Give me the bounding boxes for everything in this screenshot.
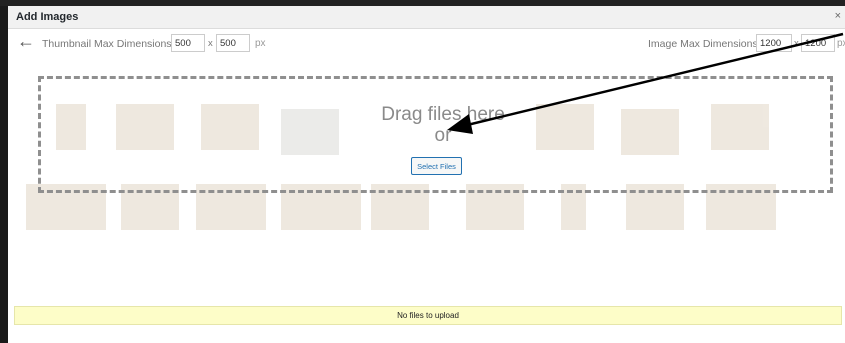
drag-files-text: Drag files here or xyxy=(368,104,518,146)
select-files-button[interactable]: Select Files xyxy=(411,157,462,175)
close-icon[interactable]: × xyxy=(835,10,841,22)
thumbnail-width-input[interactable]: 500 xyxy=(171,34,205,52)
thumbnail-unit-label: px xyxy=(255,38,266,49)
dimensions-row: ← Thumbnail Max Dimensions: 500 x 500 px… xyxy=(8,28,845,58)
image-height-input[interactable]: 1200 xyxy=(801,34,835,52)
back-arrow-icon[interactable]: ← xyxy=(17,30,35,52)
thumbnail-dimensions-label: Thumbnail Max Dimensions: xyxy=(42,38,175,50)
image-unit-label: px xyxy=(837,38,845,49)
dialog-titlebar: Add Images × xyxy=(8,6,845,29)
add-images-dialog: Add Images × ← Thumbnail Max Dimensions:… xyxy=(8,6,845,343)
image-dimensions-label: Image Max Dimensions: xyxy=(648,38,761,50)
drag-files-label: Drag files here xyxy=(381,104,505,125)
image-times-separator: x xyxy=(794,38,799,49)
or-label: or xyxy=(434,125,452,146)
dialog-title: Add Images xyxy=(16,11,79,23)
upload-status-bar: No files to upload xyxy=(14,306,842,325)
thumbnail-height-input[interactable]: 500 xyxy=(216,34,250,52)
file-dropzone[interactable]: Drag files here or Select Files xyxy=(38,76,833,193)
thumbnail-times-separator: x xyxy=(208,38,213,49)
image-width-input[interactable]: 1200 xyxy=(756,34,792,52)
